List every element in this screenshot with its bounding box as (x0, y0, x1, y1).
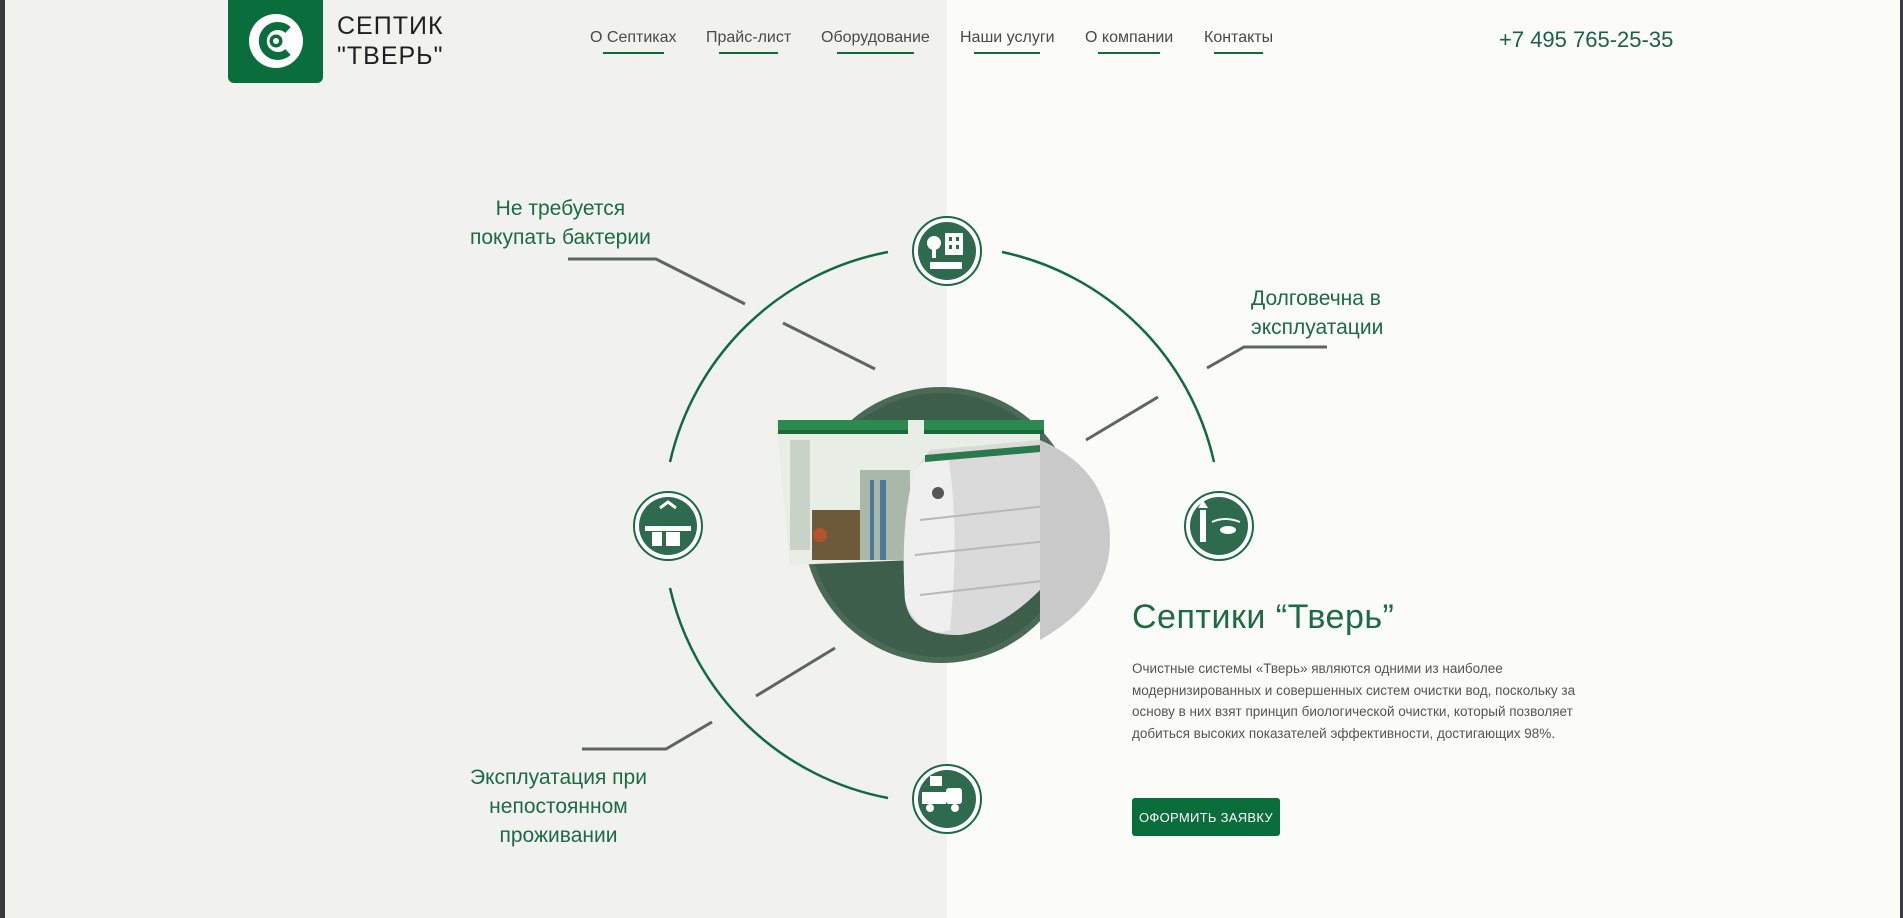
service-truck-icon (912, 764, 982, 834)
connector-top-right (1206, 345, 1327, 370)
connector-top-left (568, 257, 746, 306)
connector-bottom-left (582, 720, 713, 751)
order-button[interactable]: ОФОРМИТЬ ЗАЯВКУ (1132, 798, 1280, 836)
house-icon (912, 216, 982, 286)
feature-top-left-line-2: покупать бактерии (470, 226, 651, 249)
feature-label-no-bacteria: Не требуется покупать бактерии (470, 194, 651, 252)
product-title: Септики “Тверь” (1132, 598, 1395, 636)
feature-top-right-line-1: Долговечна в (1251, 287, 1381, 310)
septic-product-image (776, 387, 1110, 663)
product-description: Очистные системы «Тверь» являются одними… (1132, 661, 1576, 741)
feature-top-right-line-2: эксплуатации (1251, 316, 1384, 339)
feature-bottom-left-line-3: проживании (499, 824, 618, 847)
feature-bottom-left-line-2: непостоянном (489, 795, 628, 818)
septic-tank-icon (633, 491, 703, 561)
features-diagram (568, 216, 1327, 834)
feature-top-left-line-1: Не требуется (495, 197, 626, 220)
feature-label-occasional-living: Эксплуатация при непостоянном проживании (470, 763, 647, 850)
feature-bottom-left-line-1: Эксплуатация при (470, 766, 647, 789)
fish-pond-icon (1184, 491, 1254, 561)
feature-label-durable: Долговечна в эксплуатации (1251, 284, 1383, 342)
